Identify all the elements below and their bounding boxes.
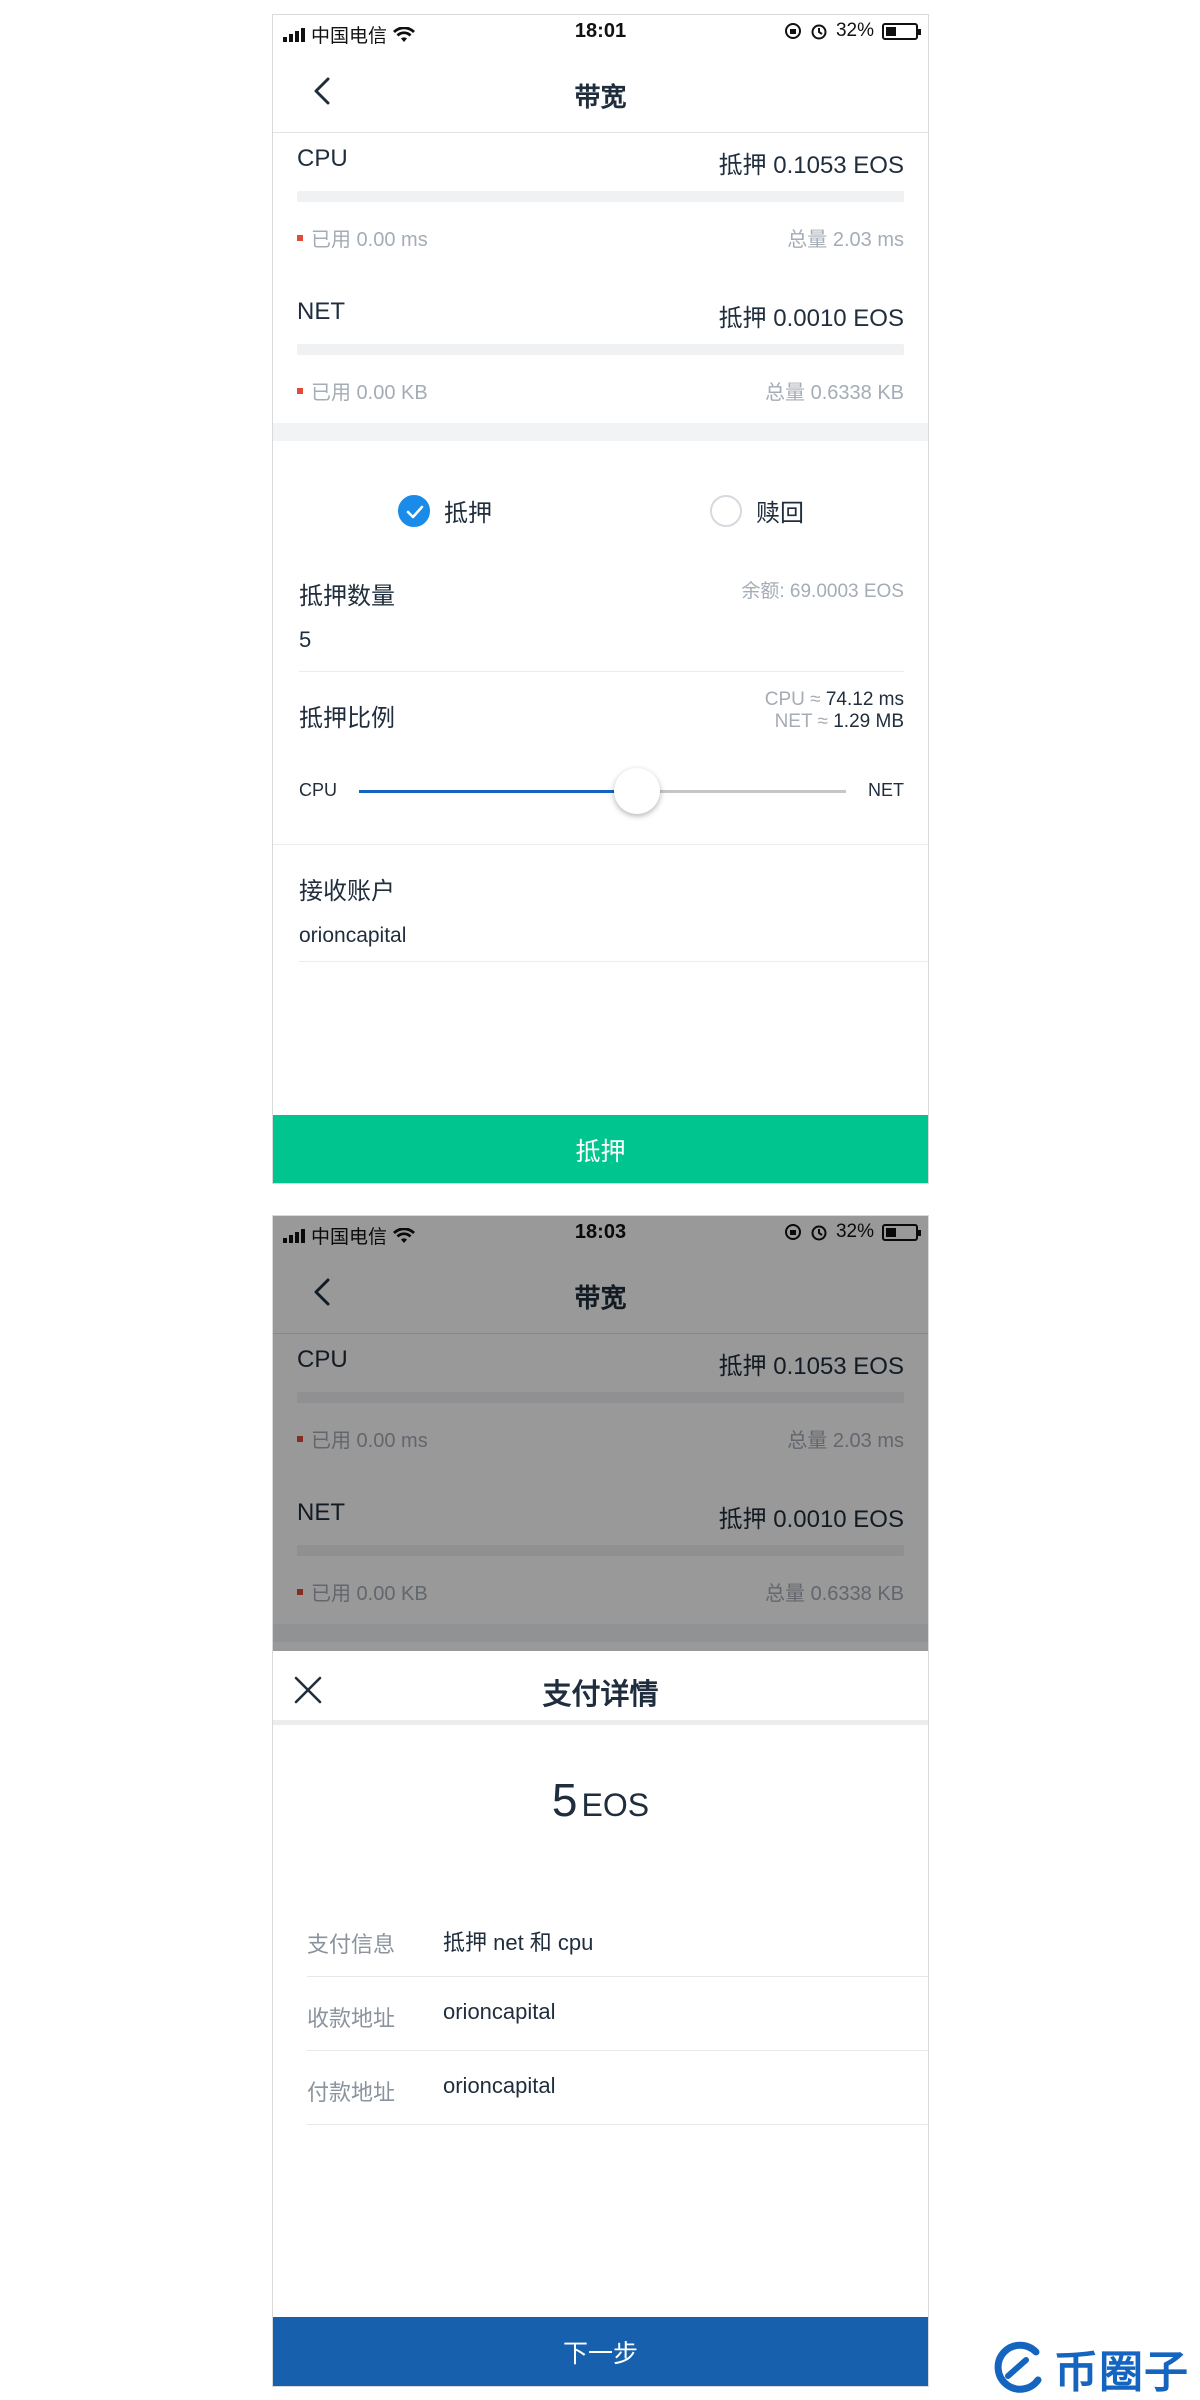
net-estimate-value: 1.29 MB bbox=[833, 711, 904, 732]
cpu-used: 已用 0.00 ms bbox=[297, 223, 428, 252]
nav-bar: 带宽 bbox=[273, 47, 928, 133]
used-dot-icon bbox=[297, 234, 303, 241]
page-title: 带宽 bbox=[574, 82, 627, 112]
info-row-receiver: 收款地址 orioncapital bbox=[307, 1977, 928, 2051]
stake-amount-label: 抵押数量 bbox=[299, 583, 395, 610]
net-estimate-prefix: NET ≈ bbox=[774, 711, 828, 732]
battery-percent: 32% bbox=[835, 20, 874, 41]
stake-button[interactable]: 抵押 bbox=[273, 1115, 928, 1183]
radio-redeem[interactable]: 赎回 bbox=[710, 493, 804, 528]
net-total: 总量 0.6338 KB bbox=[765, 382, 904, 404]
section-divider bbox=[273, 423, 928, 441]
cpu-used-text: 已用 0.00 ms bbox=[311, 229, 428, 251]
net-label: NET bbox=[297, 298, 345, 325]
ratio-estimate: CPU ≈ 74.12 ms NET ≈ 1.29 MB bbox=[765, 689, 904, 733]
amount-unit: EOS bbox=[581, 1787, 650, 1823]
amount-value: 5 bbox=[551, 1774, 578, 1826]
watermark-text: 币圈子 bbox=[1054, 2348, 1189, 2397]
info-key: 支付信息 bbox=[307, 1932, 396, 1957]
check-icon[interactable] bbox=[398, 494, 430, 527]
slider-thumb[interactable] bbox=[613, 768, 660, 814]
receiver-label: 接收账户 bbox=[299, 878, 395, 905]
payment-amount: 5 EOS bbox=[273, 1773, 928, 1827]
status-bar: 中国电信 18:01 32% bbox=[273, 15, 928, 47]
divider bbox=[299, 961, 928, 962]
radio-redeem-label: 赎回 bbox=[756, 500, 804, 527]
coin-logo-icon bbox=[994, 2341, 1042, 2393]
info-value: orioncapital bbox=[443, 2073, 556, 2098]
balance-text: 余额: 69.0003 EOS bbox=[741, 581, 904, 602]
slider-right-label: NET bbox=[868, 780, 904, 800]
info-value: 抵押 net 和 cpu bbox=[443, 1930, 594, 1955]
cpu-stake: 抵押 0.1053 EOS bbox=[718, 152, 904, 179]
cpu-estimate-value: 74.12 ms bbox=[825, 689, 904, 710]
radio-stake[interactable]: 抵押 bbox=[398, 493, 492, 528]
stake-ratio-label: 抵押比例 bbox=[299, 705, 395, 732]
slider-fill bbox=[359, 790, 637, 793]
divider bbox=[273, 844, 928, 845]
info-row-payer: 付款地址 orioncapital bbox=[307, 2051, 928, 2125]
slider-left-label: CPU bbox=[299, 780, 338, 800]
ratio-slider[interactable] bbox=[359, 768, 846, 814]
info-key: 收款地址 bbox=[307, 2006, 396, 2031]
next-step-button[interactable]: 下一步 bbox=[273, 2317, 928, 2386]
net-stake: 抵押 0.0010 EOS bbox=[718, 305, 904, 332]
watermark-logo: 币圈子 bbox=[990, 2336, 1189, 2400]
stake-amount-input[interactable]: 5 bbox=[299, 627, 311, 653]
radio-stake-label: 抵押 bbox=[444, 500, 492, 527]
cpu-usage-bar bbox=[297, 191, 904, 202]
cpu-label: CPU bbox=[297, 145, 348, 172]
screen-stake-form: 中国电信 18:01 32% 带宽 CPU 抵押 0.1053 EOS 已用 0… bbox=[272, 14, 929, 1184]
net-usage-bar bbox=[297, 344, 904, 355]
cpu-total: 总量 2.03 ms bbox=[787, 229, 904, 251]
sheet-title: 支付详情 bbox=[542, 1679, 659, 1711]
orientation-lock-icon bbox=[784, 23, 801, 39]
divider bbox=[299, 671, 904, 672]
info-key: 付款地址 bbox=[307, 2080, 396, 2105]
info-value: orioncapital bbox=[443, 1999, 556, 2024]
alarm-icon bbox=[811, 24, 827, 40]
used-dot-icon bbox=[297, 387, 303, 394]
sheet-header: 支付详情 bbox=[273, 1651, 928, 1725]
battery-icon bbox=[882, 22, 921, 40]
radio-empty-icon[interactable] bbox=[710, 494, 742, 527]
screen-payment-details: 中国电信 18:03 32% 带宽 CPU 抵押 0.1053 EOS 已用 0… bbox=[272, 1215, 929, 2387]
net-used: 已用 0.00 KB bbox=[297, 376, 428, 405]
net-used-text: 已用 0.00 KB bbox=[311, 382, 428, 404]
payment-sheet: 支付详情 5 EOS 支付信息 抵押 net 和 cpu 收款地址 orionca… bbox=[273, 1651, 928, 2386]
info-row-payment-info: 支付信息 抵押 net 和 cpu bbox=[307, 1903, 928, 1977]
cpu-estimate-prefix: CPU ≈ bbox=[764, 689, 821, 710]
receiver-input[interactable]: orioncapital bbox=[299, 924, 406, 948]
